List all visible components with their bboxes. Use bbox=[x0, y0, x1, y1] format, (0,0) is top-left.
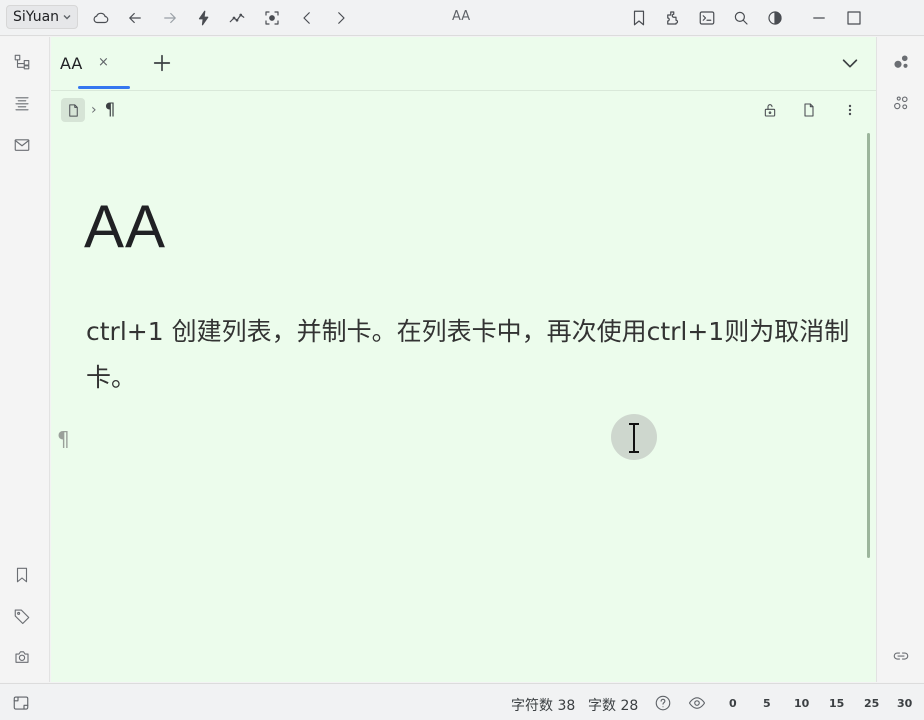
scrollbar[interactable] bbox=[867, 133, 870, 558]
contrast-icon[interactable] bbox=[764, 7, 786, 29]
tab-aa[interactable]: AA × bbox=[51, 37, 131, 91]
word-count: 字数 28 bbox=[588, 698, 639, 714]
prev-icon[interactable] bbox=[296, 7, 318, 29]
focus-icon[interactable] bbox=[261, 7, 283, 29]
plugin-icon[interactable] bbox=[662, 7, 684, 29]
scale-10: 10 bbox=[794, 697, 810, 710]
tab-close-icon[interactable]: × bbox=[98, 55, 109, 70]
search-icon[interactable] bbox=[730, 7, 752, 29]
breadcrumb-separator: › bbox=[91, 102, 97, 118]
next-icon[interactable] bbox=[330, 7, 352, 29]
scale-30: 30 bbox=[897, 697, 913, 710]
window-title: AA bbox=[452, 9, 471, 24]
paragraph-block[interactable]: ctrl+1 创建列表，并制卡。在列表卡中，再次使用ctrl+1则为取消制卡。 bbox=[86, 309, 856, 401]
tab-bar: AA × bbox=[51, 37, 876, 91]
char-count: 字符数 38 bbox=[511, 698, 576, 714]
scale-0: 0 bbox=[729, 697, 737, 710]
add-tab-icon[interactable] bbox=[151, 52, 173, 74]
tab-label: AA bbox=[60, 54, 83, 73]
eye-icon[interactable] bbox=[687, 693, 707, 713]
text-cursor-icon bbox=[623, 422, 645, 454]
editor-area: AA × › ¶ AA ctrl+1 创建列表，并制卡。在列表卡中，再次使用ct… bbox=[51, 37, 876, 682]
scale-5: 5 bbox=[763, 697, 771, 710]
maximize-icon[interactable] bbox=[843, 7, 865, 29]
inbox-icon[interactable] bbox=[11, 134, 33, 156]
breadcrumb: › ¶ bbox=[61, 97, 115, 123]
lightning-icon[interactable] bbox=[193, 7, 215, 29]
document-title[interactable]: AA bbox=[84, 192, 166, 261]
scale-25: 25 bbox=[864, 697, 880, 710]
file-tree-icon[interactable] bbox=[11, 51, 33, 73]
cloud-icon[interactable] bbox=[90, 7, 112, 29]
bookmarks-icon[interactable] bbox=[11, 564, 33, 586]
scale-15: 15 bbox=[829, 697, 845, 710]
document-icon[interactable] bbox=[61, 98, 85, 122]
empty-block-marker[interactable]: ¶ bbox=[57, 427, 70, 451]
breadcrumb-paragraph[interactable]: ¶ bbox=[105, 100, 116, 120]
snapshot-icon[interactable] bbox=[11, 646, 33, 668]
graph-view-icon[interactable] bbox=[890, 51, 912, 73]
back-icon[interactable] bbox=[124, 7, 146, 29]
right-dock bbox=[876, 37, 924, 682]
top-bar: SiYuan AA bbox=[0, 0, 924, 36]
layout-icon[interactable] bbox=[11, 693, 31, 713]
workspace-label: SiYuan bbox=[13, 9, 60, 25]
status-bar: 字符数 38 字数 28 0 5 10 15 25 30 bbox=[0, 683, 924, 720]
help-icon[interactable] bbox=[653, 693, 673, 713]
doc-info-icon[interactable] bbox=[799, 100, 819, 120]
unlock-icon[interactable] bbox=[760, 100, 780, 120]
chevron-down-icon bbox=[63, 15, 71, 20]
graph-icon[interactable] bbox=[226, 7, 248, 29]
workspace-button[interactable]: SiYuan bbox=[6, 5, 79, 29]
bookmark-icon[interactable] bbox=[628, 7, 650, 29]
forward-icon[interactable] bbox=[159, 7, 181, 29]
outline-icon[interactable] bbox=[11, 92, 33, 114]
active-tab-indicator bbox=[78, 86, 130, 89]
tab-list-chevron-icon[interactable] bbox=[839, 52, 861, 74]
backlinks-icon[interactable] bbox=[890, 645, 912, 667]
more-icon[interactable] bbox=[840, 100, 860, 120]
minimize-icon[interactable] bbox=[808, 7, 830, 29]
global-graph-icon[interactable] bbox=[890, 92, 912, 114]
left-dock bbox=[0, 37, 50, 682]
tags-icon[interactable] bbox=[11, 605, 33, 627]
terminal-icon[interactable] bbox=[696, 7, 718, 29]
